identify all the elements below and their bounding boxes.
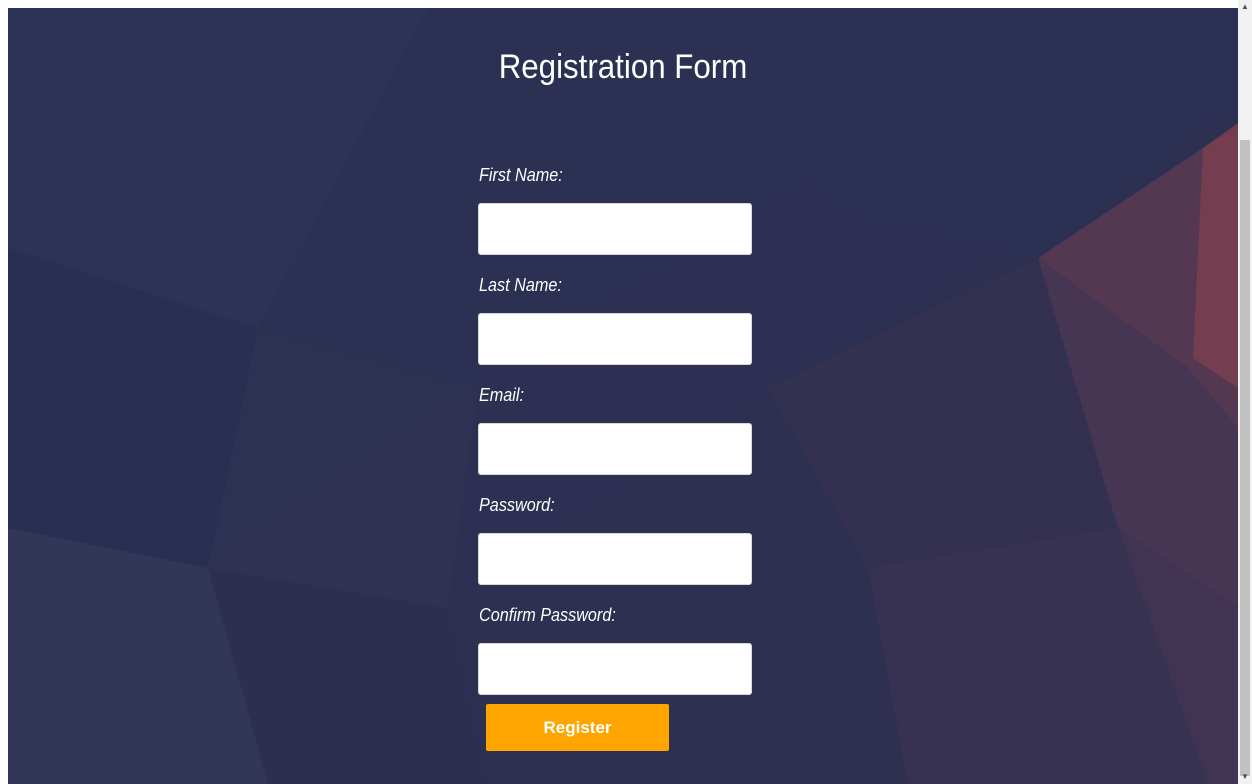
vertical-scrollbar[interactable]: ▲ ▼ <box>1238 0 1252 784</box>
password-input[interactable] <box>478 533 752 585</box>
first-name-group: First Name: <box>478 164 768 255</box>
email-input[interactable] <box>478 423 752 475</box>
register-button[interactable]: Register <box>486 704 669 751</box>
page-background: Registration Form First Name: Last Name:… <box>8 8 1238 784</box>
scroll-thumb[interactable] <box>1240 140 1250 776</box>
registration-form: First Name: Last Name: Email: Password: … <box>478 164 768 751</box>
last-name-label: Last Name: <box>479 275 562 295</box>
page-title: Registration Form <box>498 48 748 86</box>
password-group: Password: <box>478 494 768 585</box>
confirm-password-label: Confirm Password: <box>479 605 616 625</box>
scroll-down-arrow-icon[interactable]: ▼ <box>1238 770 1252 784</box>
email-label: Email: <box>479 385 525 405</box>
password-label: Password: <box>479 495 555 515</box>
email-group: Email: <box>478 384 768 475</box>
last-name-group: Last Name: <box>478 274 768 365</box>
scroll-up-arrow-icon[interactable]: ▲ <box>1238 0 1252 14</box>
first-name-input[interactable] <box>478 203 752 255</box>
first-name-label: First Name: <box>479 165 563 185</box>
confirm-password-input[interactable] <box>478 643 752 695</box>
confirm-password-group: Confirm Password: <box>478 604 768 695</box>
last-name-input[interactable] <box>478 313 752 365</box>
